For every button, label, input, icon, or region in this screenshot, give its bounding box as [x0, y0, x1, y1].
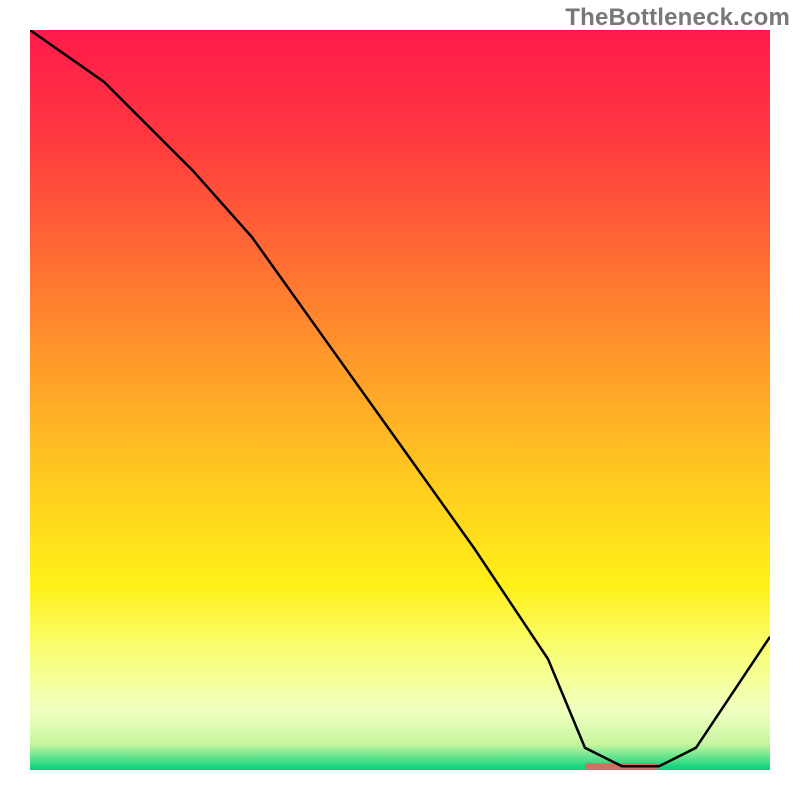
bottleneck-chart: [30, 30, 770, 770]
gradient-background: [30, 30, 770, 770]
attribution-text: TheBottleneck.com: [565, 4, 790, 32]
chart-container: TheBottleneck.com: [0, 0, 800, 800]
